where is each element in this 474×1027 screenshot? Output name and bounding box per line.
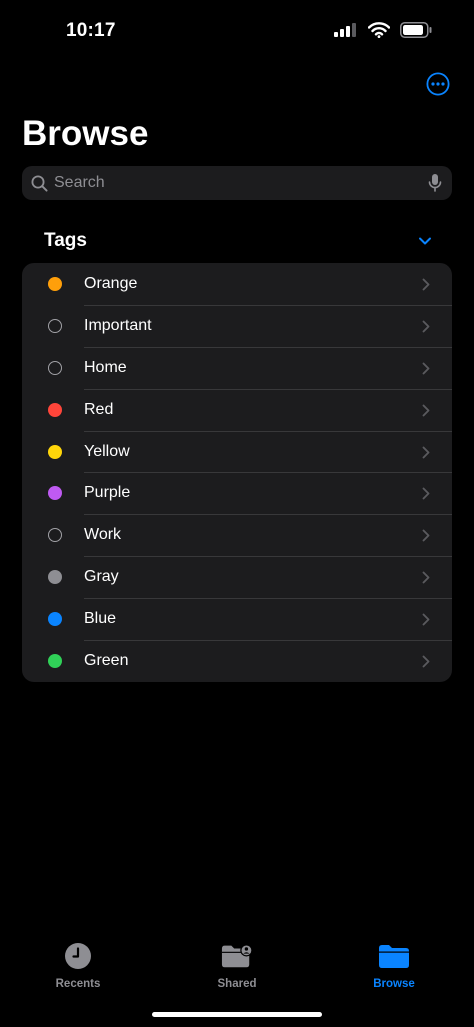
tags-list: Orange Important Home Red Yellow Purple … xyxy=(22,263,452,682)
wifi-icon xyxy=(368,22,390,38)
tag-color-dot xyxy=(48,444,62,459)
tag-row-orange[interactable]: Orange xyxy=(22,263,452,305)
chevron-right-icon xyxy=(422,655,430,668)
tag-label: Orange xyxy=(84,274,138,292)
chevron-right-icon xyxy=(422,488,430,500)
chevron-right-icon xyxy=(422,529,430,542)
tag-row-gray[interactable]: Gray xyxy=(22,556,452,598)
microphone-icon[interactable] xyxy=(428,173,442,193)
folder-icon xyxy=(378,942,410,970)
tag-row-red[interactable]: Red xyxy=(22,388,452,431)
tag-row-work[interactable]: Work xyxy=(22,514,452,556)
battery-icon xyxy=(400,22,432,38)
clock-icon xyxy=(62,942,94,970)
ellipsis-circle-icon xyxy=(426,72,450,96)
tag-row-important[interactable]: Important xyxy=(22,304,452,347)
tab-shared[interactable]: Shared xyxy=(177,942,297,990)
tag-label: Red xyxy=(84,400,114,418)
tags-section-title: Tags xyxy=(44,230,87,251)
chevron-right-icon xyxy=(422,613,430,626)
tag-label: Green xyxy=(84,651,129,669)
tag-row-yellow[interactable]: Yellow xyxy=(22,430,452,473)
tag-color-dot xyxy=(48,570,62,585)
status-time: 10:17 xyxy=(66,20,116,41)
tag-color-dot xyxy=(48,528,62,543)
tag-label: Work xyxy=(84,526,122,544)
tag-label: Purple xyxy=(84,484,131,502)
tag-color-dot xyxy=(48,276,62,291)
tag-color-dot xyxy=(48,402,62,417)
status-bar: 10:17 xyxy=(0,0,474,60)
tag-color-dot xyxy=(48,360,62,375)
tab-label: Shared xyxy=(217,978,257,990)
tab-recents[interactable]: Recents xyxy=(18,942,138,990)
tag-label: Important xyxy=(84,316,152,334)
chevron-right-icon xyxy=(422,571,430,584)
more-options-button[interactable] xyxy=(426,72,450,96)
tag-label: Gray xyxy=(84,568,119,586)
tag-row-home[interactable]: Home xyxy=(22,346,452,389)
status-icons xyxy=(334,22,432,38)
search-input[interactable] xyxy=(54,174,428,192)
tag-color-dot xyxy=(48,653,62,668)
shared-folder-icon xyxy=(221,942,253,970)
tag-color-dot xyxy=(48,612,62,627)
chevron-right-icon xyxy=(422,362,430,375)
tag-row-purple[interactable]: Purple xyxy=(22,472,452,514)
tab-label: Recents xyxy=(55,978,101,990)
home-indicator[interactable] xyxy=(152,1012,322,1017)
tags-section-header[interactable]: Tags xyxy=(44,226,432,256)
cellular-signal-icon xyxy=(334,23,356,37)
tag-row-blue[interactable]: Blue xyxy=(22,598,452,640)
chevron-right-icon xyxy=(422,404,430,417)
tag-color-dot xyxy=(48,318,62,333)
chevron-right-icon xyxy=(422,278,430,291)
tab-label: Browse xyxy=(373,978,415,990)
page-title: Browse xyxy=(22,114,149,153)
chevron-right-icon xyxy=(422,320,430,333)
tag-label: Yellow xyxy=(84,442,130,460)
tag-label: Home xyxy=(84,358,127,376)
search-bar[interactable] xyxy=(22,166,452,200)
chevron-right-icon xyxy=(422,446,430,459)
search-icon xyxy=(31,175,48,192)
chevron-down-icon[interactable] xyxy=(418,234,432,248)
tag-label: Blue xyxy=(84,610,117,628)
tag-color-dot xyxy=(48,486,62,501)
tab-browse[interactable]: Browse xyxy=(334,942,454,990)
tag-row-green[interactable]: Green xyxy=(22,640,452,682)
